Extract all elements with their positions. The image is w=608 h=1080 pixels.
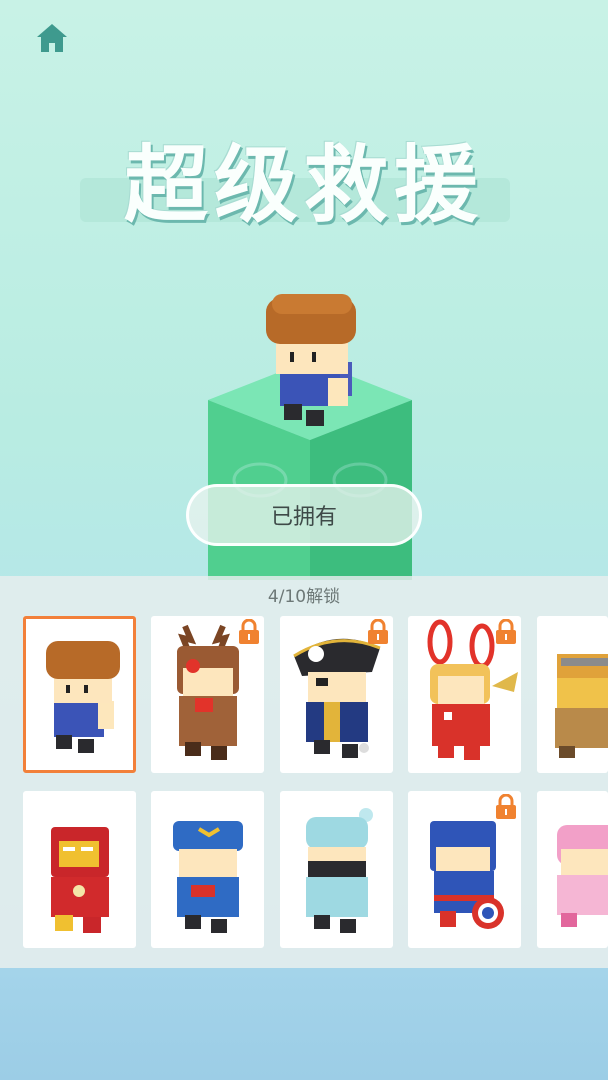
character-card-1[interactable] (23, 616, 136, 773)
title-area: 超级救援 (0, 118, 608, 238)
lock-icon (496, 619, 516, 644)
lock-icon (239, 619, 259, 644)
game-title: 超级救援 (123, 135, 484, 234)
iron-armor-character-icon (51, 827, 109, 933)
character-card-10[interactable] (537, 791, 608, 948)
character-card-7[interactable] (151, 791, 264, 948)
boy-character-icon (46, 641, 120, 753)
owned-button[interactable]: 已拥有 (186, 484, 422, 546)
beanie-character-icon (306, 808, 373, 933)
character-card-8[interactable] (280, 791, 393, 948)
pilot-character-icon (173, 821, 243, 933)
bottom-area (0, 968, 608, 1080)
pink-hair-character-icon (557, 825, 608, 927)
character-card-4[interactable] (408, 616, 521, 773)
character-card-5[interactable] (537, 616, 608, 773)
character-card-3[interactable] (280, 616, 393, 773)
character-card-6[interactable] (23, 791, 136, 948)
unlock-progress: 4/10解锁 (267, 587, 341, 607)
home-icon (37, 24, 67, 52)
home-button[interactable] (30, 18, 74, 58)
warrior-character-icon (555, 654, 608, 758)
lock-icon (368, 619, 388, 644)
character-card-2[interactable] (151, 616, 264, 773)
lock-icon (496, 794, 516, 819)
character-card-9[interactable] (408, 791, 521, 948)
